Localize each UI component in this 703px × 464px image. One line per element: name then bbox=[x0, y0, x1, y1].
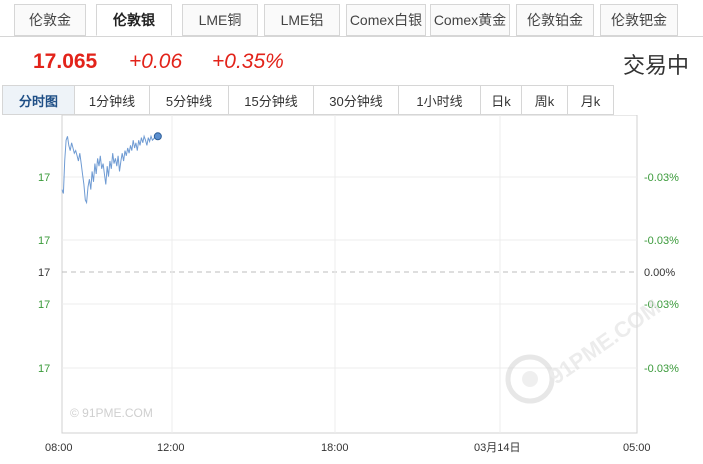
tab-monthly-k[interactable]: 月k bbox=[567, 85, 614, 115]
tab-lme-copper[interactable]: LME铜 bbox=[182, 4, 258, 36]
intraday-chart: 17 17 17 17 17 -0.03% -0.03% 0.00% -0.03… bbox=[0, 115, 703, 464]
tab-london-platinum[interactable]: 伦敦铂金 bbox=[516, 4, 594, 36]
x-axis: 08:00 12:00 18:00 03月14日 05:00 bbox=[45, 442, 651, 454]
tab-bar-divider bbox=[0, 36, 703, 37]
x-tick: 08:00 bbox=[45, 442, 73, 454]
tab-london-palladium[interactable]: 伦敦钯金 bbox=[600, 4, 678, 36]
y-tick-left: 17 bbox=[38, 363, 50, 375]
tab-15min[interactable]: 15分钟线 bbox=[228, 85, 314, 115]
trading-status: 交易中 bbox=[622, 53, 689, 78]
tab-comex-silver[interactable]: Comex白银 bbox=[346, 4, 426, 36]
y-tick-left: 17 bbox=[38, 267, 50, 279]
last-price: 17.065 bbox=[33, 50, 98, 73]
y-tick-left: 17 bbox=[38, 235, 50, 247]
tab-london-gold[interactable]: 伦敦金 bbox=[14, 4, 86, 36]
tab-comex-gold[interactable]: Comex黄金 bbox=[430, 4, 510, 36]
price-change: +0.06 bbox=[129, 50, 183, 73]
y-tick-right: -0.03% bbox=[644, 363, 679, 375]
tab-1min[interactable]: 1分钟线 bbox=[74, 85, 150, 115]
tab-5min[interactable]: 5分钟线 bbox=[149, 85, 229, 115]
y-tick-right: -0.03% bbox=[644, 235, 679, 247]
y-axis-left: 17 17 17 17 17 bbox=[38, 172, 50, 375]
last-point-marker[interactable] bbox=[153, 132, 162, 141]
tab-intraday[interactable]: 分时图 bbox=[2, 85, 75, 115]
market-tab-bar: 伦敦金 伦敦银 LME铜 LME铝 Comex白银 Comex黄金 伦敦铂金 伦… bbox=[0, 0, 703, 40]
chart-canvas: 17 17 17 17 17 -0.03% -0.03% 0.00% -0.03… bbox=[38, 115, 679, 454]
watermark-logo-dot bbox=[522, 371, 538, 387]
price-change-percent: +0.35% bbox=[212, 50, 284, 73]
quote-bar: 17.065 +0.06 +0.35% 交易中 bbox=[0, 44, 703, 80]
period-tab-bar: 分时图 1分钟线 5分钟线 15分钟线 30分钟线 1小时线 日k 周k 月k bbox=[0, 85, 703, 115]
y-tick-left: 17 bbox=[38, 172, 50, 184]
watermark-small: © 91PME.COM bbox=[70, 406, 153, 420]
y-tick-right: 0.00% bbox=[644, 267, 675, 279]
tab-lme-aluminum[interactable]: LME铝 bbox=[264, 4, 340, 36]
x-tick: 05:00 bbox=[623, 442, 651, 454]
tab-london-silver[interactable]: 伦敦银 bbox=[96, 4, 172, 36]
y-tick-right: -0.03% bbox=[644, 172, 679, 184]
x-tick: 12:00 bbox=[157, 442, 185, 454]
tab-1hour[interactable]: 1小时线 bbox=[398, 85, 481, 115]
tab-weekly-k[interactable]: 周k bbox=[521, 85, 568, 115]
tab-daily-k[interactable]: 日k bbox=[480, 85, 522, 115]
y-tick-left: 17 bbox=[38, 299, 50, 311]
y-axis-right: -0.03% -0.03% 0.00% -0.03% -0.03% bbox=[644, 172, 679, 375]
x-tick: 18:00 bbox=[321, 442, 349, 454]
x-tick: 03月14日 bbox=[474, 442, 520, 454]
tab-30min[interactable]: 30分钟线 bbox=[313, 85, 399, 115]
